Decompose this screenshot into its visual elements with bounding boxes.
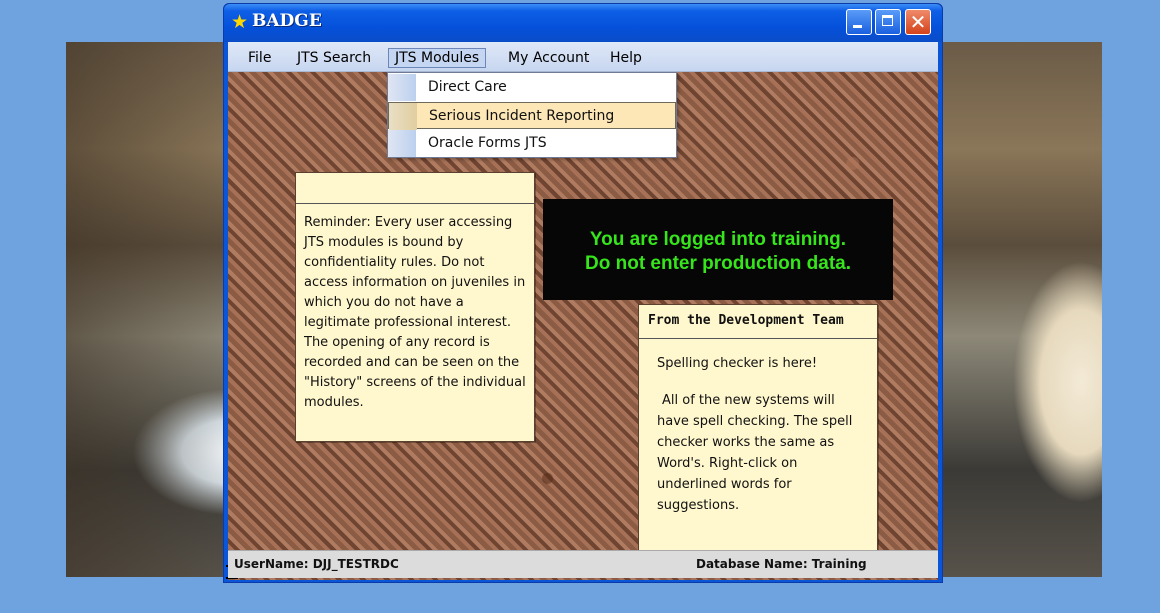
status-database: Database Name: Training — [696, 557, 867, 571]
status-username: UserName: DJJ_TESTRDC — [234, 557, 399, 571]
minimize-button[interactable] — [846, 9, 872, 35]
dev-team-note-para1: Spelling checker is here! — [657, 356, 818, 371]
title-bar[interactable]: ★ BADGE ✕ — [224, 4, 942, 42]
menu-help[interactable]: Help — [604, 48, 648, 68]
menu-jts-modules[interactable]: JTS Modules — [388, 48, 487, 68]
window-title: BADGE — [252, 11, 322, 31]
reminder-note-header — [296, 173, 534, 204]
jts-modules-dropdown: Direct Care Serious Incident Reporting O… — [387, 72, 677, 158]
training-banner-line1: You are logged into training. — [589, 229, 847, 250]
dropdown-gutter — [388, 130, 416, 157]
dev-team-note-body: Spelling checker is here! All of the new… — [639, 339, 877, 516]
dropdown-gutter — [389, 103, 417, 130]
photo-rock-shade — [66, 42, 236, 577]
training-banner-line2: Do not enter production data. — [585, 253, 851, 274]
close-button[interactable]: ✕ — [905, 9, 931, 35]
dev-team-note: From the Development Team Spelling check… — [638, 304, 878, 560]
menu-my-account[interactable]: My Account — [502, 48, 595, 68]
reminder-note: Reminder: Every user accessing JTS modul… — [295, 172, 535, 442]
dev-team-note-para2: All of the new systems will have spell c… — [657, 393, 853, 513]
dev-team-note-title: From the Development Team — [639, 305, 877, 339]
reminder-note-text: Reminder: Every user accessing JTS modul… — [304, 215, 526, 410]
menu-jts-search[interactable]: JTS Search — [291, 48, 377, 68]
dropdown-gutter — [388, 74, 416, 101]
dropdown-item-label: Serious Incident Reporting — [429, 108, 615, 124]
star-icon: ★ — [231, 11, 249, 33]
dropdown-item-direct-care[interactable]: Direct Care — [388, 74, 676, 101]
dropdown-item-serious-incident-reporting[interactable]: Serious Incident Reporting — [388, 102, 676, 130]
close-icon: ✕ — [909, 10, 927, 34]
dropdown-item-label: Direct Care — [428, 79, 507, 95]
dropdown-item-oracle-forms-jts[interactable]: Oracle Forms JTS — [388, 130, 676, 157]
maximize-button[interactable] — [875, 9, 901, 35]
status-bar: UserName: DJJ_TESTRDC Database Name: Tra… — [228, 550, 938, 578]
menu-file[interactable]: File — [242, 48, 277, 68]
menu-bar: File JTS Search JTS Modules My Account H… — [228, 42, 938, 72]
training-banner: You are logged into training. Do not ent… — [543, 199, 893, 300]
dropdown-item-label: Oracle Forms JTS — [428, 135, 547, 151]
